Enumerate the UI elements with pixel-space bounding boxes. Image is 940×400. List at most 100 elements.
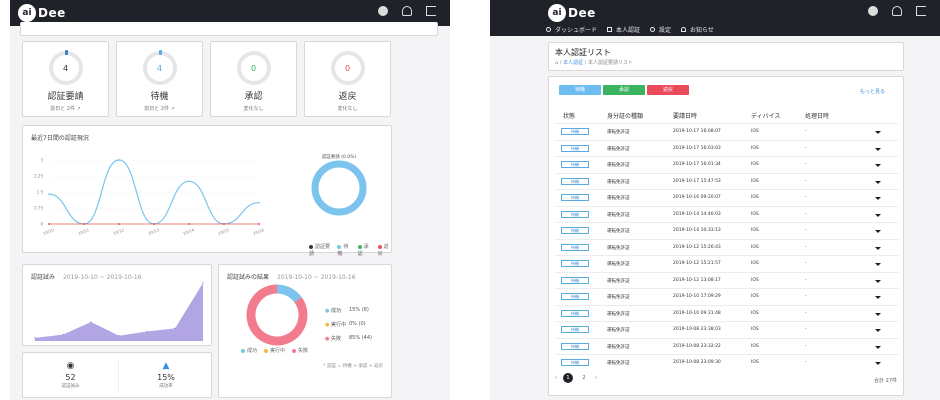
logo-name: Dee xyxy=(38,6,66,20)
legend-item[interactable]: 返戻 xyxy=(377,243,391,257)
filter-approved-button[interactable]: 承認 xyxy=(603,85,645,95)
breadcrumb-link[interactable]: 本人認証 xyxy=(563,60,583,66)
status-badge[interactable]: 待機 xyxy=(561,227,589,234)
table-row[interactable]: 待機 運転免許証 2019-10-17 16:01:34 IOS - xyxy=(555,156,899,173)
prev-page-button[interactable]: ‹ xyxy=(555,375,557,381)
chevron-down-icon[interactable] xyxy=(875,230,881,233)
table-row[interactable]: 待機 運転免許証 2019-10-12 15:21:57 IOS - xyxy=(555,255,899,272)
notification-icon[interactable] xyxy=(868,6,878,16)
chevron-down-icon[interactable] xyxy=(875,246,881,250)
status-badge[interactable]: 待機 xyxy=(561,342,589,350)
chevron-down-icon[interactable] xyxy=(875,362,881,365)
user-icon[interactable] xyxy=(402,6,412,16)
processed-date-cell: - xyxy=(805,327,807,332)
legend-item[interactable]: 待機 xyxy=(337,243,350,257)
processed-date-cell: - xyxy=(805,360,807,365)
table-row[interactable]: 待機 運転免許証 2019-10-14 10:33:13 IOS - xyxy=(555,222,899,239)
stat-title: 認証要請 xyxy=(47,92,84,102)
request-date-cell: 2019-10-17 16:03:03 xyxy=(673,145,721,151)
chevron-down-icon[interactable] xyxy=(875,279,881,283)
notification-icon[interactable] xyxy=(378,6,388,16)
status-badge[interactable]: 待機 xyxy=(561,293,589,300)
stat-card-waiting[interactable]: 4 待機 前日と 2件 ↗ xyxy=(116,41,203,117)
table-row[interactable]: 待機 運転免許証 2019-10-17 16:08:07 IOS - xyxy=(555,123,899,140)
status-badge[interactable]: 待機 xyxy=(561,359,589,366)
logout-icon[interactable] xyxy=(426,6,436,16)
id-type-cell: 運転免許証 xyxy=(607,179,630,185)
stat-sub: 前日と 2件 ↗ xyxy=(23,105,108,112)
filter-returned-button[interactable]: 返戻 xyxy=(647,85,689,95)
chevron-down-icon[interactable] xyxy=(875,312,881,316)
chevron-down-icon[interactable] xyxy=(875,197,881,200)
nav-notices[interactable]: お知らせ xyxy=(681,25,714,34)
chevron-down-icon[interactable] xyxy=(875,164,881,167)
home-icon[interactable]: ⌂ xyxy=(555,60,558,66)
filter-waiting-button[interactable]: 待機 xyxy=(559,85,601,95)
status-badge[interactable]: 待機 xyxy=(561,161,589,168)
status-badge[interactable]: 待機 xyxy=(561,210,589,218)
status-badge[interactable]: 待機 xyxy=(561,128,589,135)
page-1-button[interactable]: 1 xyxy=(563,373,573,383)
legend-swatch xyxy=(337,244,342,249)
next-page-button[interactable]: › xyxy=(595,375,597,381)
table-row[interactable]: 待機 運転免許証 2019-10-17 15:47:53 IOS - xyxy=(555,172,899,190)
request-date-cell: 2019-10-17 16:01:34 xyxy=(673,162,721,167)
logo-ai-mark: ai xyxy=(18,4,36,22)
chevron-down-icon[interactable] xyxy=(875,296,881,299)
table-row[interactable]: 待機 運転免許証 2019-10-10 09:31:48 IOS - xyxy=(555,304,899,322)
chevron-down-icon[interactable] xyxy=(875,213,881,217)
status-badge[interactable]: 待機 xyxy=(561,243,589,251)
status-badge[interactable]: 待機 xyxy=(561,309,589,317)
status-badge[interactable]: 待機 xyxy=(561,194,589,201)
chevron-down-icon[interactable] xyxy=(875,147,881,151)
logout-icon[interactable] xyxy=(916,6,926,16)
table-row[interactable]: 待機 運転免許証 2019-10-12 15:26:43 IOS - xyxy=(555,238,899,256)
table-row[interactable]: 待機 運転免許証 2019-10-08 23:32:22 IOS - xyxy=(555,337,899,355)
brand-logo[interactable]: ai Dee xyxy=(548,4,596,22)
brand-logo[interactable]: ai Dee xyxy=(18,4,66,22)
legend-item[interactable]: 失敗 xyxy=(292,347,308,354)
status-badge[interactable]: 待機 xyxy=(561,144,589,152)
stat-sub: 変化なし xyxy=(337,106,358,112)
user-icon[interactable] xyxy=(892,6,902,16)
legend-item[interactable]: 実行中 xyxy=(264,347,285,354)
table-row[interactable]: 待機 運転免許証 2019-10-08 23:09:30 IOS - xyxy=(555,354,899,371)
status-badge[interactable]: 待機 xyxy=(561,326,589,333)
status-badge[interactable]: 待機 xyxy=(561,276,589,284)
see-more-link[interactable]: もっと見る xyxy=(860,88,885,95)
table-row[interactable]: 待機 運転免許証 2019-10-16 09:20:07 IOS - xyxy=(555,189,899,206)
stat-card-approved[interactable]: 0 承認 変化なし xyxy=(210,41,297,117)
total-count: 合計 27件 xyxy=(874,378,897,384)
legend-item[interactable]: 承認 xyxy=(357,243,371,257)
nav-dashboard[interactable]: ダッシュボード xyxy=(546,25,597,34)
table-row[interactable]: 待機 運転免許証 2019-10-17 16:03:03 IOS - xyxy=(555,139,899,157)
chevron-down-icon[interactable] xyxy=(875,329,881,332)
x-tick-label: 10/16 xyxy=(252,227,265,236)
request-date-cell: 2019-10-10 09:31:48 xyxy=(673,310,721,316)
request-list-card: 待機 承認 返戻 もっと見る 状態 身分証の種類 要請日時 ディバイス 処理日時… xyxy=(548,76,904,396)
result-key: ● 成功 xyxy=(325,307,349,314)
table-row[interactable]: 待機 運転免許証 2019-10-08 23:38:03 IOS - xyxy=(555,321,899,338)
series-point xyxy=(223,223,225,225)
table-row[interactable]: 待機 運転免許証 2019-10-12 13:08:17 IOS - xyxy=(555,271,899,289)
nav-id-verification[interactable]: 本人認証 xyxy=(607,25,640,34)
table-row[interactable]: 待機 運転免許証 2019-10-10 17:09:29 IOS - xyxy=(555,288,899,305)
stat-card-requests[interactable]: 4 認証要請 前日と 2件 ↗ xyxy=(22,41,109,117)
id-type-cell: 運転免許証 xyxy=(607,130,630,135)
legend-item[interactable]: 認証要請 xyxy=(309,243,330,257)
status-badge[interactable]: 待機 xyxy=(561,260,589,267)
trend-legend: 認証要請 待機 承認 返戻 xyxy=(309,243,391,257)
stat-card-returned[interactable]: 0 返戻 変化なし xyxy=(304,41,391,117)
chevron-down-icon[interactable] xyxy=(875,345,881,349)
donut-label: 認証要請 (0.0%) xyxy=(322,153,357,160)
nav-settings[interactable]: 設定 xyxy=(650,25,671,34)
page-2-button[interactable]: 2 xyxy=(579,373,589,383)
chevron-down-icon[interactable] xyxy=(875,180,881,184)
result-row-running: ● 実行中 0% (0) xyxy=(325,321,366,328)
table-row[interactable]: 待機 運転免許証 2019-10-14 14:46:03 IOS - xyxy=(555,205,899,223)
chevron-down-icon[interactable] xyxy=(875,131,881,134)
chevron-down-icon[interactable] xyxy=(875,263,881,266)
logo-ai-mark: ai xyxy=(548,4,566,22)
status-badge[interactable]: 待機 xyxy=(561,177,589,185)
legend-item[interactable]: 成功 xyxy=(241,347,257,354)
